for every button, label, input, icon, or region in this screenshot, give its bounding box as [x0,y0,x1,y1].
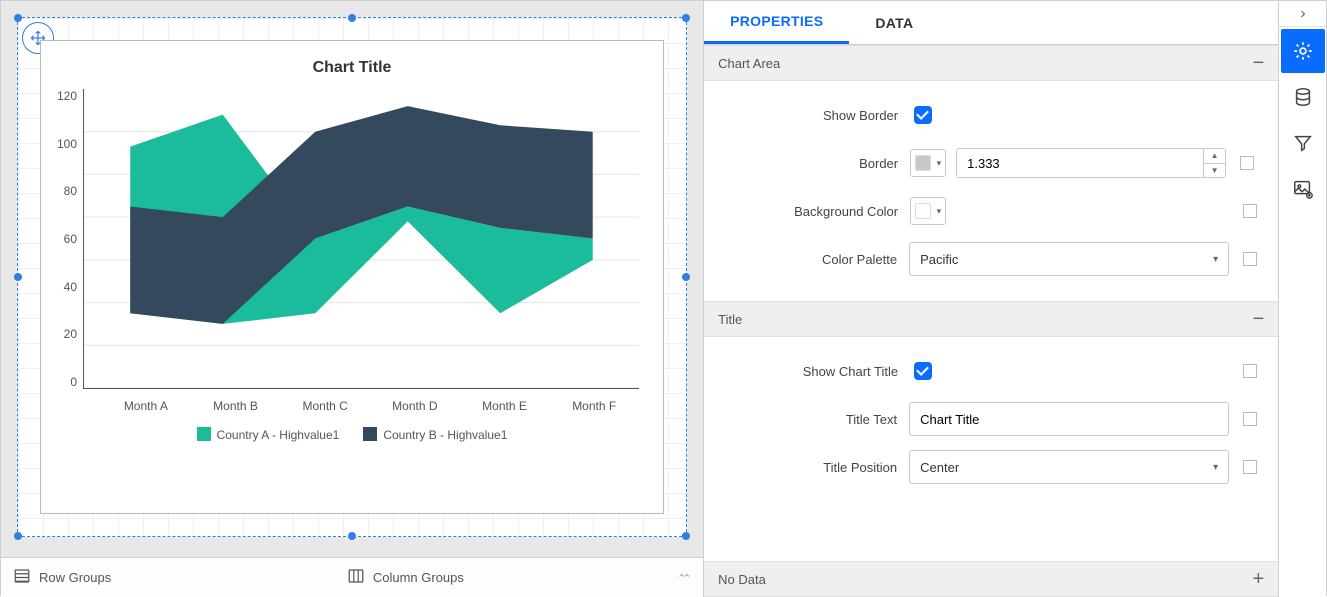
title-text-label: Title Text [722,412,897,427]
rail-expand-icon[interactable] [1279,1,1326,27]
background-color-picker[interactable]: ▾ [910,197,946,225]
show-title-expression-checkbox[interactable] [1243,364,1257,378]
title-position-expression-checkbox[interactable] [1243,460,1257,474]
resize-handle-mid-right[interactable] [682,273,690,281]
show-border-label: Show Border [722,108,898,123]
title-text-expression-checkbox[interactable] [1243,412,1257,426]
resize-handle-top-center[interactable] [348,14,356,22]
design-canvas: Chart Title 120100806040200 Month AMonth… [1,1,703,597]
properties-tool-button[interactable] [1281,29,1325,73]
side-toolbar [1278,1,1326,597]
border-width-step-down[interactable]: ▼ [1204,164,1225,178]
resize-handle-bottom-left[interactable] [14,532,22,540]
border-width-input[interactable] [957,149,1203,177]
resize-handle-top-left[interactable] [14,14,22,22]
chart-plot-area [83,89,639,389]
section-no-data[interactable]: No Data + [704,561,1278,597]
chart-selection[interactable]: Chart Title 120100806040200 Month AMonth… [17,17,687,537]
properties-panel: PROPERTIES DATA Chart Area − Show Border… [703,1,1278,597]
section-chart-area-label: Chart Area [718,56,780,71]
palette-expression-checkbox[interactable] [1243,252,1257,266]
title-position-select[interactable]: Center ▾ [909,450,1229,484]
palette-label: Color Palette [722,252,897,267]
show-border-checkbox[interactable] [914,106,932,124]
chart-y-axis: 120100806040200 [57,89,83,389]
show-title-label: Show Chart Title [722,364,898,379]
bgcolor-label: Background Color [722,204,898,219]
row-groups-icon [13,567,31,588]
chart-x-axis: Month AMonth BMonth CMonth DMonth EMonth… [49,393,655,413]
bgcolor-expression-checkbox[interactable] [1243,204,1257,218]
title-position-label: Title Position [722,460,897,475]
groups-collapse-icon[interactable]: ⌄⌄ [681,571,691,584]
chevron-down-icon: ▾ [1213,254,1218,265]
tab-properties[interactable]: PROPERTIES [704,1,849,44]
chart-title: Chart Title [49,49,655,89]
title-position-value: Center [920,460,1213,475]
show-chart-title-checkbox[interactable] [914,362,932,380]
collapse-icon[interactable]: − [1252,53,1264,73]
column-groups-label: Column Groups [373,570,464,585]
groups-bar: Row Groups Column Groups ⌄⌄ [1,557,703,597]
title-text-input[interactable] [909,402,1229,436]
border-expression-checkbox[interactable] [1240,156,1254,170]
color-palette-value: Pacific [920,252,1213,267]
border-label: Border [722,156,898,171]
section-no-data-label: No Data [718,572,766,587]
tab-data[interactable]: DATA [849,1,939,44]
column-groups-icon [347,567,365,588]
resize-handle-mid-left[interactable] [14,273,22,281]
resize-handle-top-right[interactable] [682,14,690,22]
section-chart-area[interactable]: Chart Area − [704,45,1278,81]
collapse-icon[interactable]: − [1252,309,1264,329]
chart-frame: Chart Title 120100806040200 Month AMonth… [40,40,664,514]
filter-tool-button[interactable] [1281,121,1325,165]
row-groups-label: Row Groups [39,570,111,585]
resize-handle-bottom-center[interactable] [348,532,356,540]
color-palette-select[interactable]: Pacific ▾ [909,242,1229,276]
section-title-label: Title [718,312,742,327]
resize-handle-bottom-right[interactable] [682,532,690,540]
section-title[interactable]: Title − [704,301,1278,337]
expand-icon[interactable]: + [1252,569,1264,589]
image-tool-button[interactable] [1281,167,1325,211]
chart-legend: Country A - Highvalue1Country B - Highva… [49,413,655,446]
chevron-down-icon: ▾ [1213,462,1218,473]
data-tool-button[interactable] [1281,75,1325,119]
border-width-step-up[interactable]: ▲ [1204,149,1225,164]
border-color-picker[interactable]: ▾ [910,149,946,177]
